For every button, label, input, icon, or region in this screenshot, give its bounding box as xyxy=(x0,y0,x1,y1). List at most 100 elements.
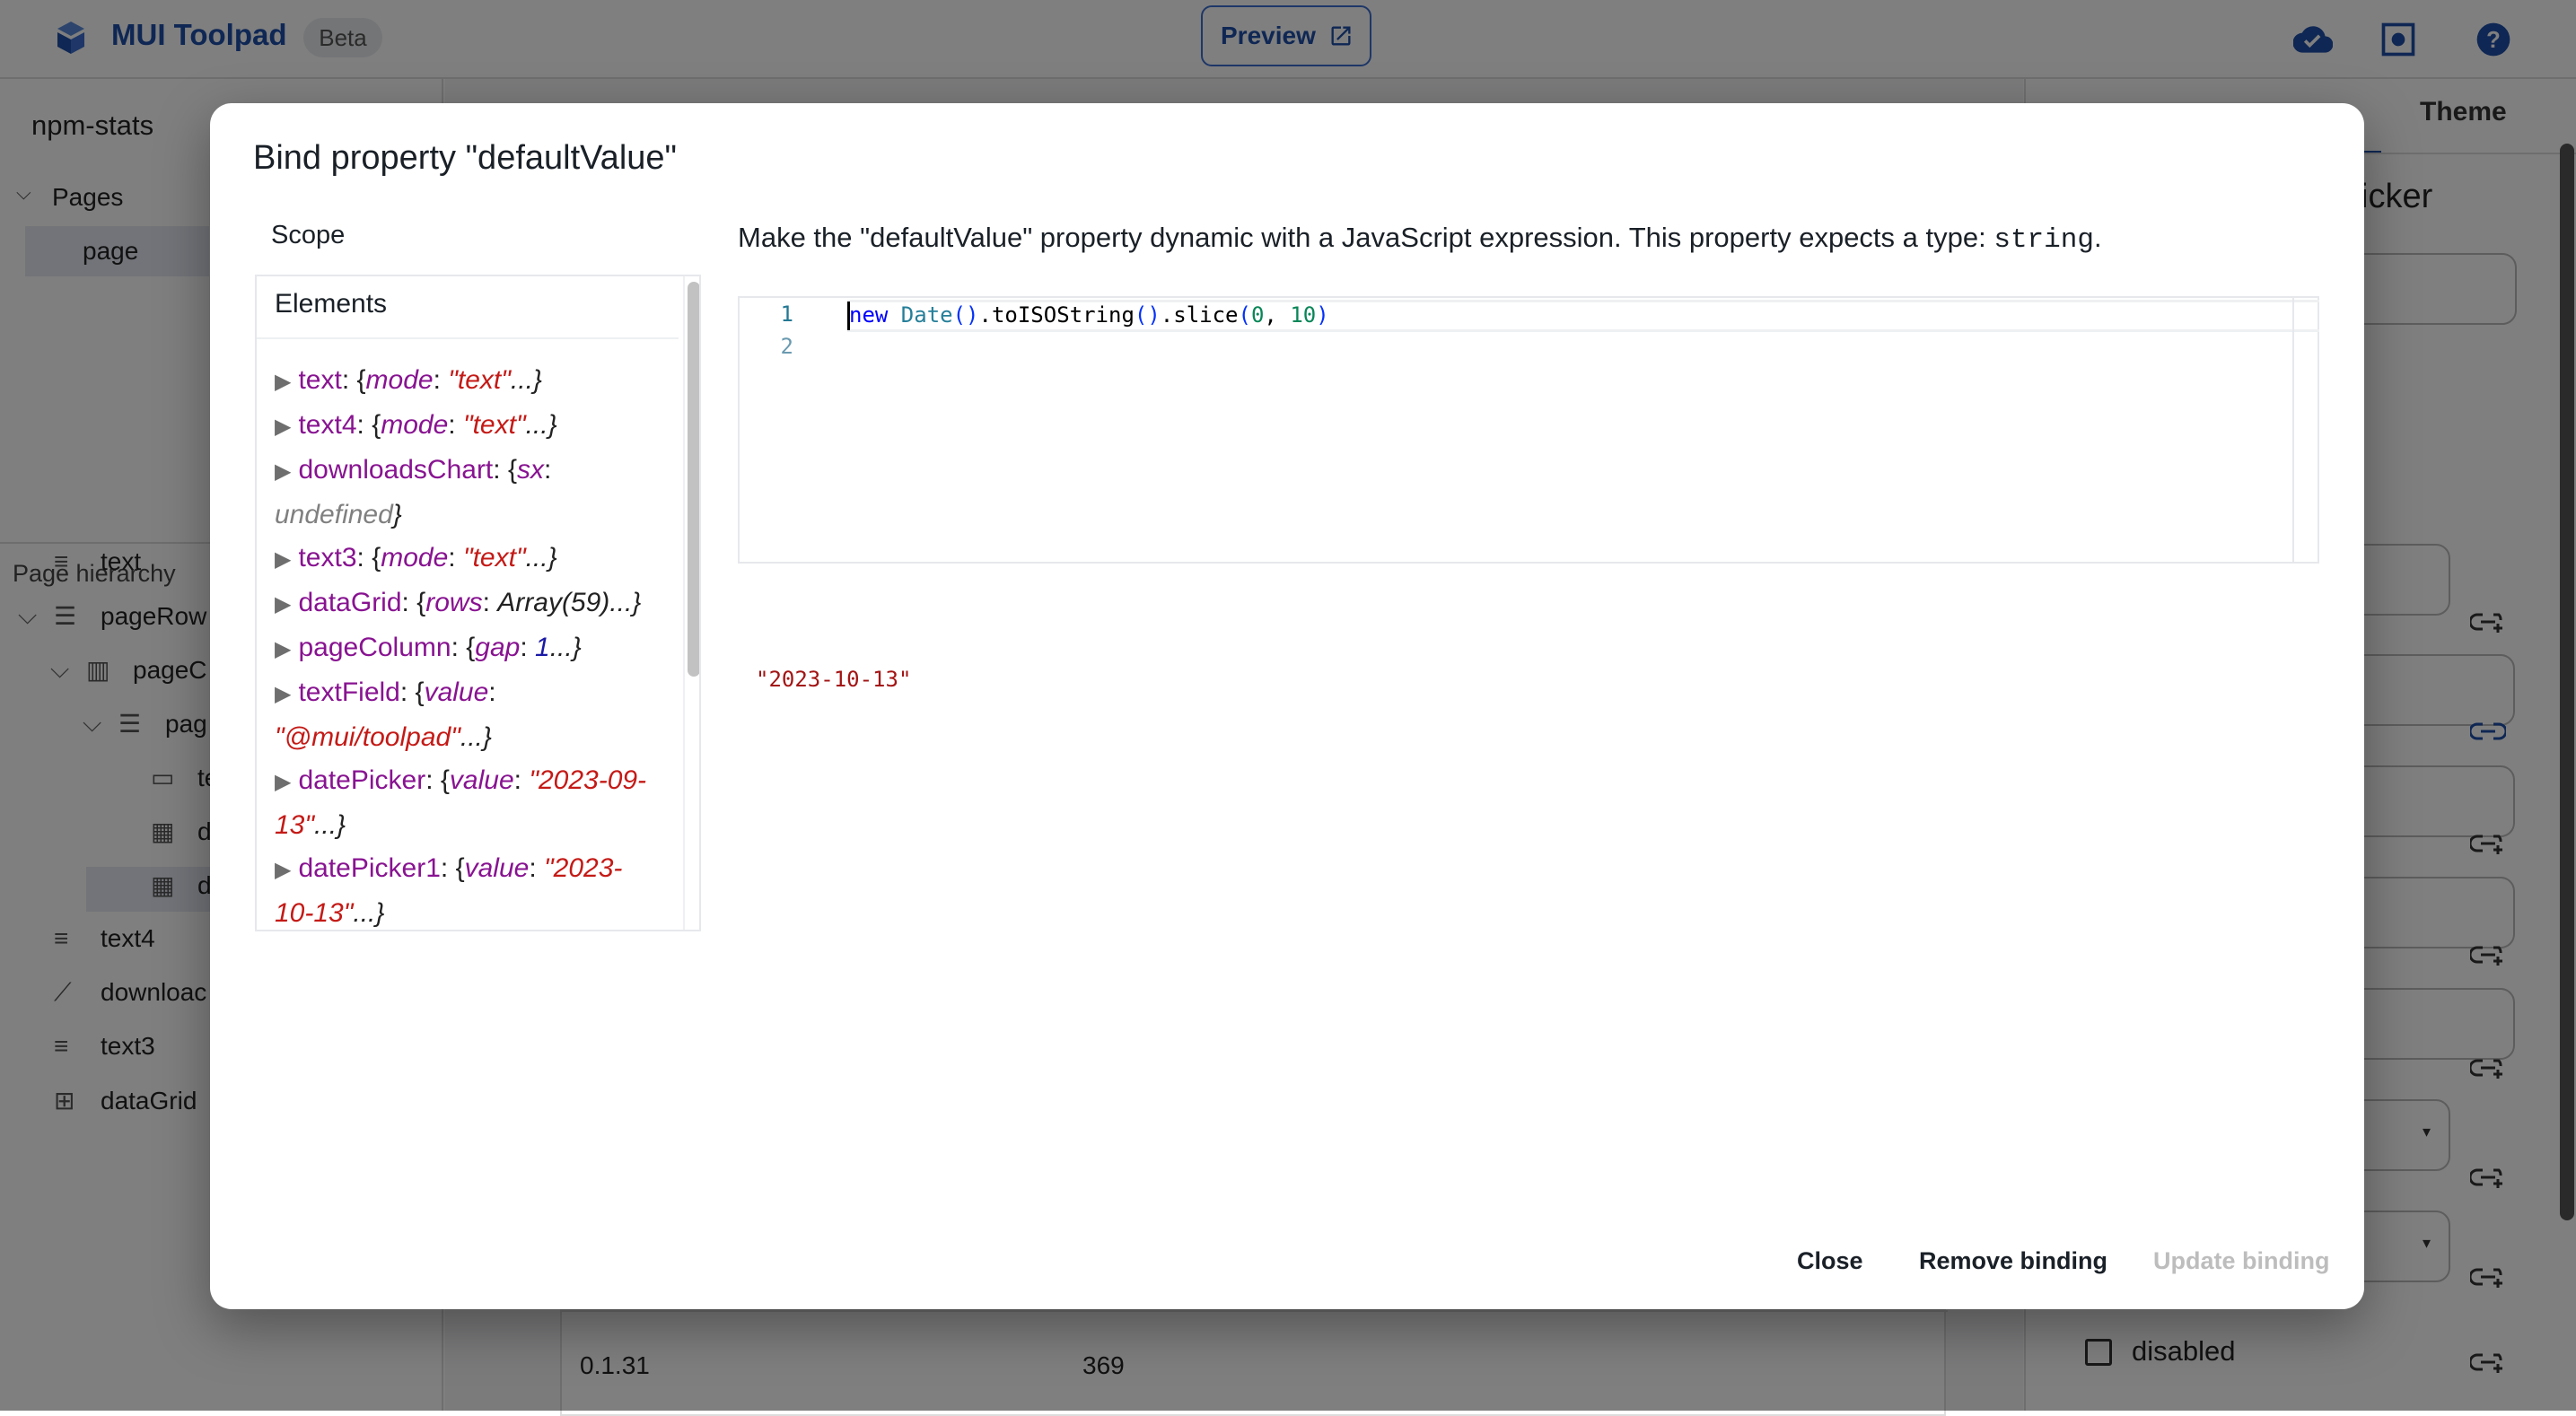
element-preview: ...} xyxy=(609,588,642,617)
code-editor[interactable]: 1 2 new Date().toISOString().slice(0, 10… xyxy=(738,296,2319,564)
code-token: () xyxy=(1134,302,1161,328)
code-token: .toISOString xyxy=(978,302,1135,328)
element-preview: { xyxy=(415,677,425,707)
scope-explorer: Elements ▶ text: {mode: "text"...} ▶ text4:… xyxy=(255,275,701,931)
close-button[interactable]: Close xyxy=(1797,1247,1863,1275)
scope-element[interactable]: ▶ text: {mode: "text"...} xyxy=(275,359,661,404)
update-binding-button[interactable]: Update binding xyxy=(2153,1247,2329,1275)
element-preview: mode xyxy=(381,410,449,440)
code-token: .slice xyxy=(1160,302,1239,328)
element-preview: mode xyxy=(381,543,449,573)
element-preview: : xyxy=(482,588,498,617)
element-preview: : xyxy=(520,633,536,662)
code-token: ) xyxy=(1316,302,1329,328)
code-token: 10 xyxy=(1290,302,1317,328)
scope-element[interactable]: ▶ datePicker1: {value: "2023-10-13"...} xyxy=(275,847,661,930)
element-preview: { xyxy=(356,365,366,395)
text-cursor xyxy=(847,302,850,330)
scope-element[interactable]: ▶ textField: {value: "@mui/toolpad"...} xyxy=(275,671,661,759)
expand-triangle-icon[interactable]: ▶ xyxy=(275,459,291,484)
element-preview: : xyxy=(448,410,463,440)
element-preview: rows xyxy=(425,588,483,617)
element-name: datePicker xyxy=(298,765,426,795)
expand-triangle-icon[interactable]: ▶ xyxy=(275,415,291,439)
element-preview: { xyxy=(416,588,426,617)
scrollbar-thumb[interactable] xyxy=(688,282,699,677)
scope-element[interactable]: ▶ dataGrid: {rows: Array(59)...} xyxy=(275,581,661,626)
element-name: downloadsChart xyxy=(298,455,494,485)
element-name: text xyxy=(298,365,342,395)
element-name: textField xyxy=(298,677,400,707)
element-preview: sx xyxy=(516,455,544,485)
element-name: pageColumn xyxy=(298,633,451,662)
element-preview: ...} xyxy=(353,898,385,928)
scrollbar[interactable] xyxy=(683,276,699,930)
element-preview: "text" xyxy=(448,365,511,395)
element-preview: : xyxy=(433,365,449,395)
code-token: Date xyxy=(900,302,953,328)
scope-element[interactable]: ▶ pageColumn: {gap: 1...} xyxy=(275,626,661,671)
expand-triangle-icon[interactable]: ▶ xyxy=(275,592,291,616)
element-preview: ...} xyxy=(460,722,492,752)
element-preview: } xyxy=(392,500,402,529)
element-preview: : xyxy=(448,543,463,573)
element-preview: "@mui/toolpad" xyxy=(275,722,460,752)
element-preview: { xyxy=(372,543,381,573)
element-name: dataGrid xyxy=(298,588,402,617)
element-preview: : xyxy=(488,677,496,707)
line-number: 1 xyxy=(780,302,793,327)
expand-triangle-icon[interactable]: ▶ xyxy=(275,770,291,794)
element-preview: undefined xyxy=(275,500,393,529)
element-preview: "text" xyxy=(462,543,526,573)
code-line: new Date().toISOString().slice(0, 10) xyxy=(849,302,1329,328)
evaluation-result: "2023-10-13" xyxy=(756,667,912,692)
scope-element[interactable]: ▶ text3: {mode: "text"...} xyxy=(275,537,661,581)
dialog-title: Bind property "defaultValue" xyxy=(253,139,678,177)
bind-property-dialog: Bind property "defaultValue" Scope Eleme… xyxy=(210,103,2364,1309)
line-number: 2 xyxy=(780,334,793,359)
element-preview: { xyxy=(440,765,450,795)
code-token: , xyxy=(1264,302,1291,328)
code-token: new xyxy=(849,302,901,328)
code-token: () xyxy=(952,302,979,328)
element-preview: : xyxy=(529,853,544,883)
elements-list: ▶ text: {mode: "text"...} ▶ text4: {mode: "… xyxy=(275,359,661,930)
code-token: ( xyxy=(1238,302,1251,328)
scope-element[interactable]: ▶ text4: {mode: "text"...} xyxy=(275,404,661,449)
scope-element[interactable]: ▶ datePicker: {value: "2023-09-13"...} xyxy=(275,759,661,847)
remove-binding-button[interactable]: Remove binding xyxy=(1919,1247,2107,1275)
element-preview: : xyxy=(513,765,530,795)
expand-triangle-icon[interactable]: ▶ xyxy=(275,858,291,882)
element-name: text3 xyxy=(298,543,357,573)
expand-triangle-icon[interactable]: ▶ xyxy=(275,682,291,706)
expand-triangle-icon[interactable]: ▶ xyxy=(275,547,291,572)
element-preview: "text" xyxy=(462,410,526,440)
element-preview: ...} xyxy=(549,633,582,662)
element-preview: gap xyxy=(475,633,521,662)
element-name: text4 xyxy=(298,410,357,440)
expand-triangle-icon[interactable]: ▶ xyxy=(275,370,291,394)
element-name: datePicker1 xyxy=(298,853,441,883)
element-preview: value xyxy=(449,765,514,795)
element-preview: { xyxy=(466,633,476,662)
editor-scrollbar[interactable] xyxy=(2292,298,2294,564)
scope-label: Scope xyxy=(271,221,346,249)
element-preview: value xyxy=(424,677,489,707)
element-preview: ...} xyxy=(525,543,557,573)
element-preview: Array(59) xyxy=(497,588,610,617)
element-preview: { xyxy=(372,410,381,440)
code-token: 0 xyxy=(1250,302,1265,328)
scope-element[interactable]: ▶ downloadsChart: {sx: undefined} xyxy=(275,449,661,537)
element-preview: : xyxy=(543,455,552,485)
elements-header: Elements xyxy=(257,276,679,339)
expand-triangle-icon[interactable]: ▶ xyxy=(275,637,291,661)
element-preview: { xyxy=(455,853,465,883)
expected-type: string xyxy=(1993,224,2094,256)
element-preview: { xyxy=(507,455,517,485)
binding-description: Make the "defaultValue" property dynamic… xyxy=(738,222,2102,256)
element-preview: value xyxy=(464,853,530,883)
element-preview: 1 xyxy=(535,633,550,662)
element-preview: ...} xyxy=(525,410,557,440)
element-preview: ...} xyxy=(510,365,542,395)
element-preview: ...} xyxy=(314,810,346,840)
